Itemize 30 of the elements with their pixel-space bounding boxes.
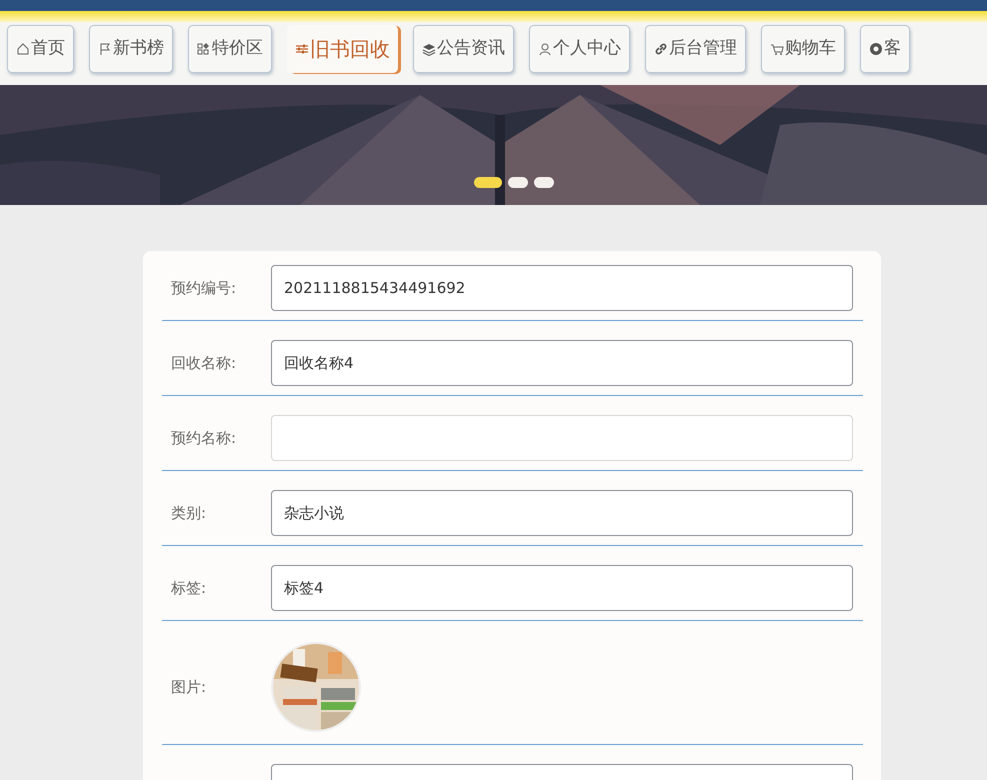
- flag-icon: [98, 42, 112, 56]
- input-field[interactable]: 杂志小说: [271, 490, 853, 536]
- field-label: 标签:: [171, 578, 208, 599]
- nav-tab[interactable]: 个人中心: [529, 25, 630, 73]
- cart-icon: [770, 42, 784, 56]
- carousel-indicator[interactable]: [508, 177, 528, 188]
- nav-tab[interactable]: 公告资讯: [413, 25, 514, 73]
- user-icon: [538, 42, 552, 56]
- field-label: 类别:: [171, 502, 208, 524]
- input-field[interactable]: 标签4: [271, 565, 853, 611]
- home-icon: [16, 42, 30, 56]
- nav-tab[interactable]: 特价区: [188, 25, 272, 73]
- input-field[interactable]: 2021118815434491692: [271, 265, 853, 311]
- nav-tab[interactable]: 后台管理: [645, 25, 746, 73]
- input-field[interactable]: 回收名称4: [271, 340, 853, 386]
- link-icon: [654, 42, 668, 56]
- carousel-indicator[interactable]: [534, 177, 554, 188]
- field-label: 预约名称:: [171, 428, 238, 449]
- field-label: 预约编号:: [171, 278, 238, 299]
- field-label: 图片:: [171, 677, 208, 698]
- grid-icon: [197, 42, 211, 56]
- nav-tab[interactable]: 旧书回收: [287, 25, 398, 73]
- nav-tab[interactable]: 客: [860, 25, 910, 73]
- nav-tab[interactable]: 首页: [7, 25, 74, 73]
- carousel-indicator[interactable]: [474, 177, 502, 188]
- layers-icon: [422, 42, 436, 56]
- field-label: 回收名称:: [171, 352, 238, 374]
- nav-tab[interactable]: 新书榜: [89, 25, 173, 73]
- nav-tab[interactable]: 购物车: [761, 25, 845, 73]
- sliders-icon: [295, 42, 309, 56]
